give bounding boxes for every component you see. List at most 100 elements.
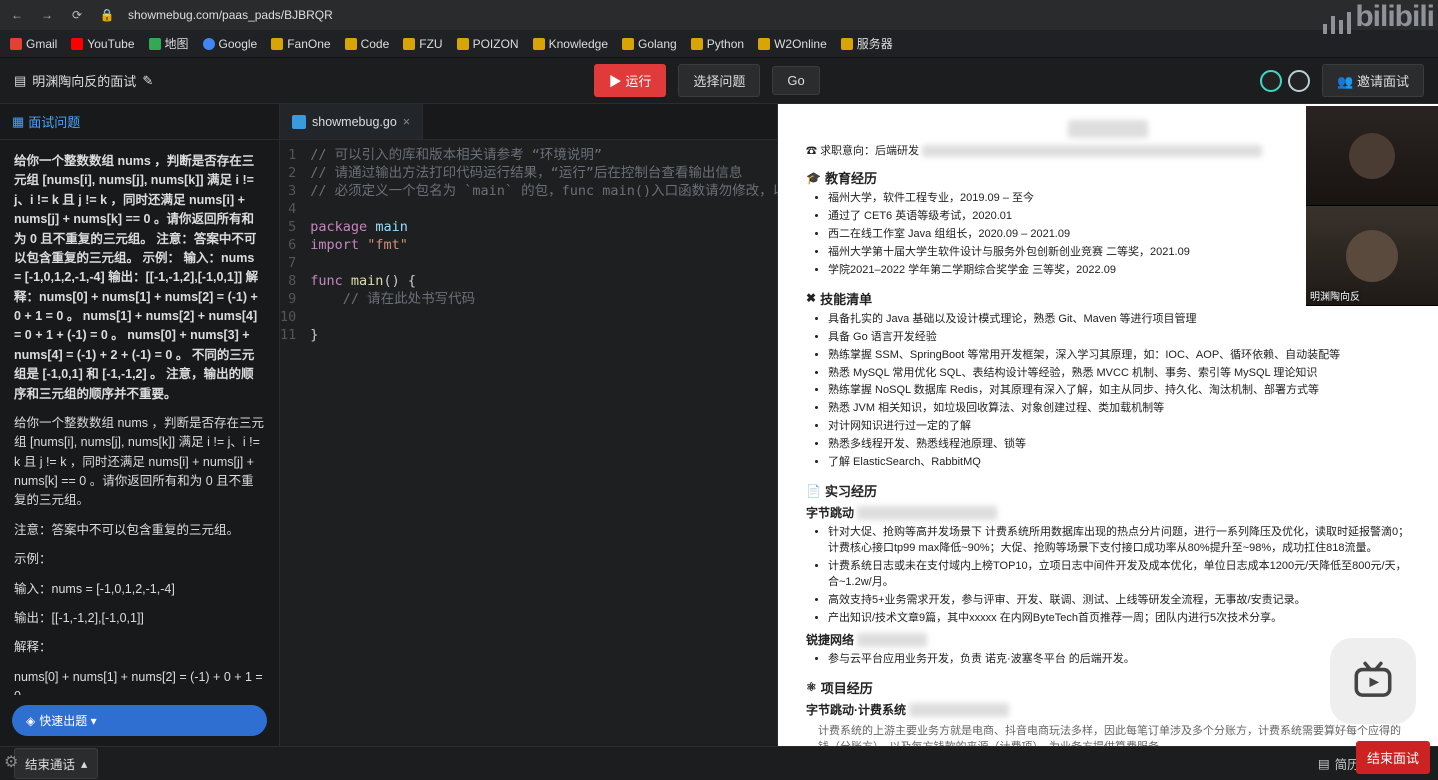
- bookmark-item[interactable]: 服务器: [841, 35, 893, 52]
- app-bar: ▤ 明渊陶向反的面试 ✎ ▶ 运行 选择问题 Go 👥 邀请面试: [0, 58, 1438, 104]
- video-tile-self[interactable]: 明渊陶向反: [1306, 206, 1438, 306]
- bookmark-label: Python: [707, 37, 744, 51]
- reload-icon[interactable]: ⟳: [68, 8, 86, 22]
- blurred-contact: [922, 145, 1262, 157]
- bookmarks-bar: Gmail YouTube 地图 Google FanOne Code FZU POIZON K…: [0, 30, 1438, 58]
- forward-icon[interactable]: →: [38, 8, 56, 22]
- bookmark-item[interactable]: YouTube: [71, 37, 134, 51]
- tv-play-icon: [1351, 659, 1395, 703]
- problem-text: 示例：: [14, 550, 265, 569]
- end-call-button[interactable]: 结束通话▴: [14, 748, 98, 779]
- favicon-icon: [841, 38, 853, 50]
- url-text[interactable]: showmebug.com/paas_pads/BJBRQR: [128, 8, 333, 22]
- bookmark-item[interactable]: W2Online: [758, 37, 827, 51]
- video-stack: 📷 🎤 🖵 ⛶ 97946 明渊陶向反: [1306, 106, 1438, 306]
- intern2-list: 参与云平台应用业务开发，负责 诺克·波塞冬平台 的后端开发。: [806, 652, 1410, 668]
- doc-title-text: 明渊陶向反的面试: [32, 71, 136, 90]
- list-item: 了解 ElasticSearch、RabbitMQ: [828, 455, 1410, 471]
- bookmark-label: 地图: [165, 35, 189, 52]
- bookmark-item[interactable]: POIZON: [457, 37, 519, 51]
- problem-body: 给你一个整数数组 nums ，判断是否存在三元组 [nums[i], nums[…: [0, 140, 279, 695]
- intern-company: 字节跳动: [806, 506, 854, 520]
- problem-panel: ▦ 面试问题 给你一个整数数组 nums ，判断是否存在三元组 [nums[i]…: [0, 104, 280, 746]
- problem-text: 给你一个整数数组 nums ，判断是否存在三元组 [nums[i], nums[…: [14, 152, 265, 404]
- avatar[interactable]: [1260, 70, 1282, 92]
- favicon-icon: [149, 38, 161, 50]
- section-projects: ⚛项目经历: [806, 678, 1410, 697]
- section-intern: 📄实习经历: [806, 481, 1410, 500]
- bookmark-label: Code: [361, 37, 390, 51]
- problem-text: 给你一个整数数组 nums ，判断是否存在三元组 [nums[i], nums[…: [14, 414, 265, 511]
- list-item: 具备 Go 语言开发经验: [828, 330, 1410, 346]
- favicon-icon: [403, 38, 415, 50]
- list-item: 熟悉 MySQL 常用优化 SQL、表结构设计等经验，熟悉 MVCC 机制、事务…: [828, 366, 1410, 382]
- problem-text: 解释：: [14, 638, 265, 657]
- problem-text: nums[0] + nums[1] + nums[2] = (-1) + 0 +…: [14, 668, 265, 695]
- invite-button[interactable]: 👥 邀请面试: [1322, 64, 1424, 97]
- bookmark-label: Golang: [638, 37, 677, 51]
- bookmark-item[interactable]: 地图: [149, 35, 189, 52]
- problem-tab[interactable]: ▦ 面试问题: [0, 104, 279, 140]
- favicon-icon: [691, 38, 703, 50]
- favicon-icon: [457, 38, 469, 50]
- bookmark-item[interactable]: FZU: [403, 37, 442, 51]
- bookmark-label: W2Online: [774, 37, 827, 51]
- bookmark-item[interactable]: Python: [691, 37, 744, 51]
- bookmark-item[interactable]: FanOne: [271, 37, 330, 51]
- favicon-icon: [345, 38, 357, 50]
- browser-chrome: ← → ⟳ 🔒 showmebug.com/paas_pads/BJBRQR: [0, 0, 1438, 30]
- lang-button[interactable]: Go: [772, 66, 819, 95]
- lock-icon: 🔒: [98, 8, 116, 22]
- edit-icon[interactable]: ✎: [142, 73, 153, 89]
- favicon-icon: [533, 38, 545, 50]
- bookmark-label: Knowledge: [549, 37, 608, 51]
- list-item: 产出知识/技术文章9篇，其中xxxxx 在内网ByteTech首页推荐一周；团队…: [828, 611, 1410, 627]
- favicon-icon: [271, 38, 283, 50]
- list-item: 熟练掌握 SSM、SpringBoot 等常用开发框架，深入学习其原理，如：IO…: [828, 348, 1410, 364]
- intern-company: 锐捷网络: [806, 633, 854, 647]
- video-label: 明渊陶向反: [1310, 288, 1360, 303]
- list-item: 针对大促、抢购等高并发场景下 计费系统所用数据库出现的热点分片问题，进行一系列降…: [828, 525, 1410, 557]
- favicon-icon: [203, 38, 215, 50]
- invite-icon: 👥: [1337, 74, 1357, 89]
- file-tab-label: showmebug.go: [312, 115, 397, 129]
- problem-tab-label: 面试问题: [28, 112, 80, 131]
- favicon-icon: [758, 38, 770, 50]
- bookmark-label: FZU: [419, 37, 442, 51]
- list-item: 具备扎实的 Java 基础以及设计模式理论，熟悉 Git、Maven 等进行项目…: [828, 312, 1410, 328]
- back-icon[interactable]: ←: [8, 8, 26, 22]
- bookmark-item[interactable]: Knowledge: [533, 37, 608, 51]
- list-item: 对计网知识进行过一定的了解: [828, 419, 1410, 435]
- bookmark-label: POIZON: [473, 37, 519, 51]
- close-icon[interactable]: ×: [403, 115, 410, 129]
- bookmark-item[interactable]: Code: [345, 37, 390, 51]
- favicon-icon: [71, 38, 83, 50]
- doc-icon: ▤: [14, 73, 26, 89]
- quick-question-button[interactable]: ◈ 快速出题 ▾: [12, 705, 267, 736]
- bookmark-item[interactable]: Google: [203, 37, 258, 51]
- skills-list: 具备扎实的 Java 基础以及设计模式理论，熟悉 Git、Maven 等进行项目…: [806, 312, 1410, 471]
- list-item: 熟悉多线程开发、熟悉线程池原理、锁等: [828, 437, 1410, 453]
- select-question-button[interactable]: 选择问题: [678, 64, 760, 97]
- video-tile-remote[interactable]: 📷 🎤 🖵 ⛶ 97946: [1306, 106, 1438, 206]
- code-editor[interactable]: 1234567891011 // 可以引入的库和版本相关请参考 “环境说明”//…: [280, 140, 777, 746]
- end-interview-button[interactable]: 结束面试: [1356, 741, 1430, 774]
- code-lines[interactable]: // 可以引入的库和版本相关请参考 “环境说明”// 请通过输出方法打印代码运行…: [304, 140, 846, 746]
- settings-icon[interactable]: ⚙: [4, 752, 18, 774]
- file-tab[interactable]: showmebug.go ×: [280, 104, 423, 139]
- list-item: 计费系统日志或未在支付域内上榜TOP10，立项日志中间件开发及成本优化，单位日志…: [828, 559, 1410, 591]
- bookmark-item[interactable]: Gmail: [10, 37, 57, 51]
- doc-title[interactable]: ▤ 明渊陶向反的面试 ✎: [14, 71, 153, 90]
- run-button[interactable]: ▶ 运行: [594, 64, 667, 97]
- presence: [1260, 70, 1310, 92]
- floating-play-button[interactable]: [1330, 638, 1416, 724]
- bookmark-label: 服务器: [857, 35, 893, 52]
- bookmark-item[interactable]: Golang: [622, 37, 677, 51]
- editor-tabs: showmebug.go ×: [280, 104, 777, 140]
- job-target: 求职意向：后端研发: [820, 145, 919, 157]
- avatar[interactable]: [1288, 70, 1310, 92]
- favicon-icon: [622, 38, 634, 50]
- quick-question-label: 快速出题 ▾: [39, 712, 96, 729]
- problem-text: 输出：[[-1,-1,2],[-1,0,1]]: [14, 609, 265, 628]
- favicon-icon: [10, 38, 22, 50]
